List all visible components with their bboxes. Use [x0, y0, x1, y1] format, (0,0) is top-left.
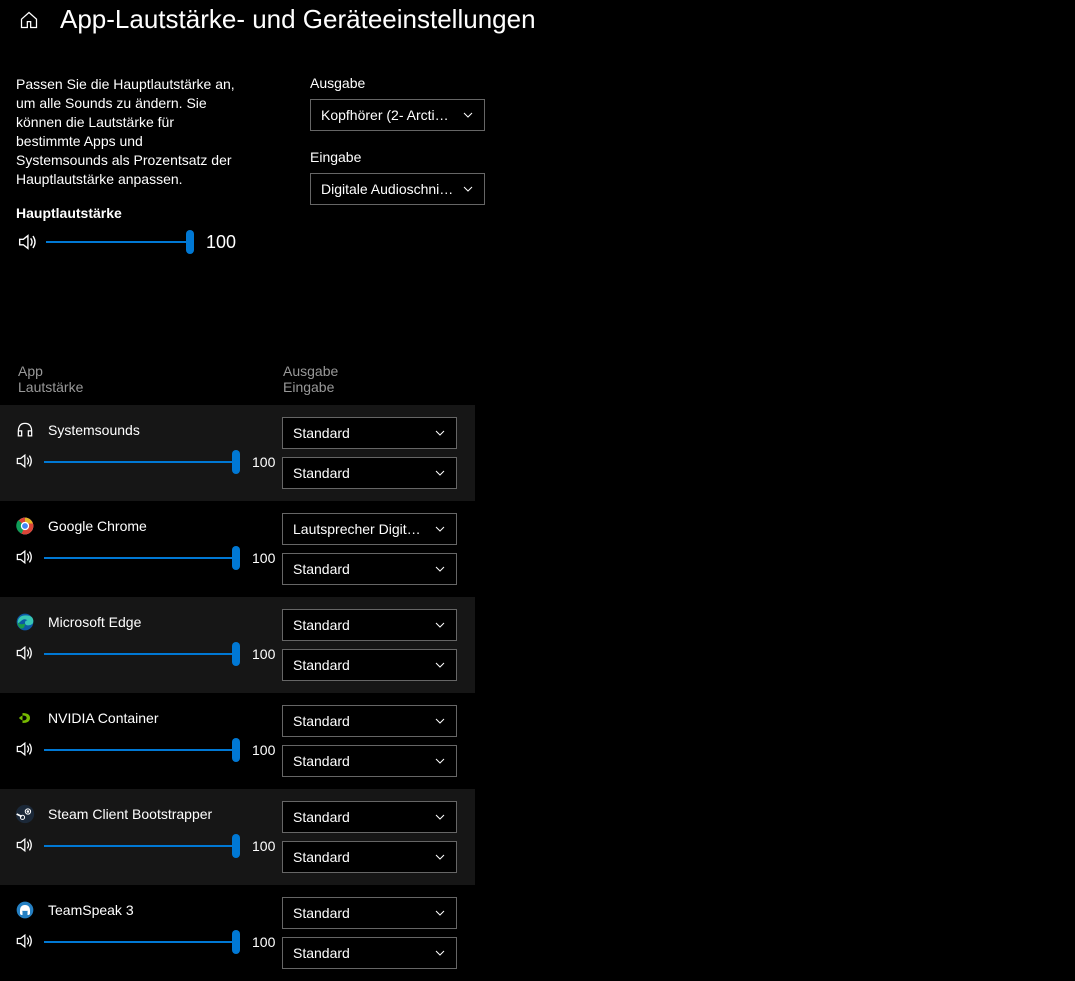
app-volume-value: 100 — [248, 742, 282, 758]
app-volume-value: 100 — [248, 838, 282, 854]
home-icon[interactable] — [18, 9, 40, 31]
chevron-down-icon — [434, 755, 446, 767]
speaker-icon[interactable] — [14, 835, 36, 857]
app-volume-slider[interactable] — [44, 557, 240, 559]
master-volume-value: 100 — [202, 232, 236, 253]
chevron-down-icon — [434, 619, 446, 631]
app-volume-value: 100 — [248, 934, 282, 950]
app-output-select[interactable]: Standard — [282, 705, 457, 737]
column-header-app: App Lautstärke — [18, 363, 283, 395]
chevron-down-icon — [434, 427, 446, 439]
app-output-select[interactable]: Standard — [282, 897, 457, 929]
app-output-select[interactable]: Lautsprecher Digital (F — [282, 513, 457, 545]
chevron-down-icon — [434, 851, 446, 863]
app-volume-slider[interactable] — [44, 845, 240, 847]
app-output-select[interactable]: Standard — [282, 609, 457, 641]
steam-icon — [14, 803, 36, 825]
app-name: Steam Client Bootstrapper — [48, 806, 212, 822]
input-device-select[interactable]: Digitale Audioschnit… — [310, 173, 485, 205]
app-volume-value: 100 — [248, 454, 282, 470]
input-label: Eingabe — [310, 149, 485, 165]
app-volume-value: 100 — [248, 550, 282, 566]
app-output-select[interactable]: Standard — [282, 801, 457, 833]
chevron-down-icon — [462, 183, 474, 195]
edge-icon — [14, 611, 36, 633]
chevron-down-icon — [434, 467, 446, 479]
column-header-io: Ausgabe Eingabe — [283, 363, 338, 395]
teamspeak-icon — [14, 899, 36, 921]
speaker-icon[interactable] — [16, 231, 38, 253]
app-row: TeamSpeak 3 100 Standard St — [0, 885, 475, 981]
speaker-icon[interactable] — [14, 451, 36, 473]
app-input-select[interactable]: Standard — [282, 553, 457, 585]
description-text: Passen Sie die Hauptlautstärke an, um al… — [16, 75, 236, 189]
speaker-icon[interactable] — [14, 739, 36, 761]
speaker-icon[interactable] — [14, 931, 36, 953]
speaker-icon[interactable] — [14, 547, 36, 569]
output-label: Ausgabe — [310, 75, 485, 91]
chevron-down-icon — [434, 659, 446, 671]
headphones-icon — [14, 419, 36, 441]
app-input-select[interactable]: Standard — [282, 457, 457, 489]
chevron-down-icon — [434, 907, 446, 919]
app-volume-value: 100 — [248, 646, 282, 662]
page-title: App-Lautstärke- und Geräteeinstellungen — [60, 4, 536, 35]
chevron-down-icon — [434, 947, 446, 959]
app-name: NVIDIA Container — [48, 710, 159, 726]
chevron-down-icon — [462, 109, 474, 121]
app-row: Google Chrome 100 Lautsprecher Digital (… — [0, 501, 475, 597]
app-input-select[interactable]: Standard — [282, 841, 457, 873]
app-input-select[interactable]: Standard — [282, 649, 457, 681]
app-volume-slider[interactable] — [44, 941, 240, 943]
app-volume-slider[interactable] — [44, 749, 240, 751]
app-name: Google Chrome — [48, 518, 147, 534]
app-name: Systemsounds — [48, 422, 140, 438]
app-input-select[interactable]: Standard — [282, 937, 457, 969]
app-row: Microsoft Edge 100 Standard — [0, 597, 475, 693]
output-device-select[interactable]: Kopfhörer (2- Arctis… — [310, 99, 485, 131]
app-output-select[interactable]: Standard — [282, 417, 457, 449]
master-volume-slider[interactable] — [46, 241, 194, 243]
app-name: Microsoft Edge — [48, 614, 141, 630]
chevron-down-icon — [434, 523, 446, 535]
app-row: NVIDIA Container 100 Standard — [0, 693, 475, 789]
app-name: TeamSpeak 3 — [48, 902, 134, 918]
speaker-icon[interactable] — [14, 643, 36, 665]
app-row: Steam Client Bootstrapper 100 Standard — [0, 789, 475, 885]
master-volume-label: Hauptlautstärke — [16, 205, 236, 221]
chrome-icon — [14, 515, 36, 537]
app-volume-slider[interactable] — [44, 653, 240, 655]
app-volume-slider[interactable] — [44, 461, 240, 463]
chevron-down-icon — [434, 715, 446, 727]
chevron-down-icon — [434, 811, 446, 823]
nvidia-icon — [14, 707, 36, 729]
chevron-down-icon — [434, 563, 446, 575]
app-input-select[interactable]: Standard — [282, 745, 457, 777]
app-row: Systemsounds 100 Standard S — [0, 405, 475, 501]
